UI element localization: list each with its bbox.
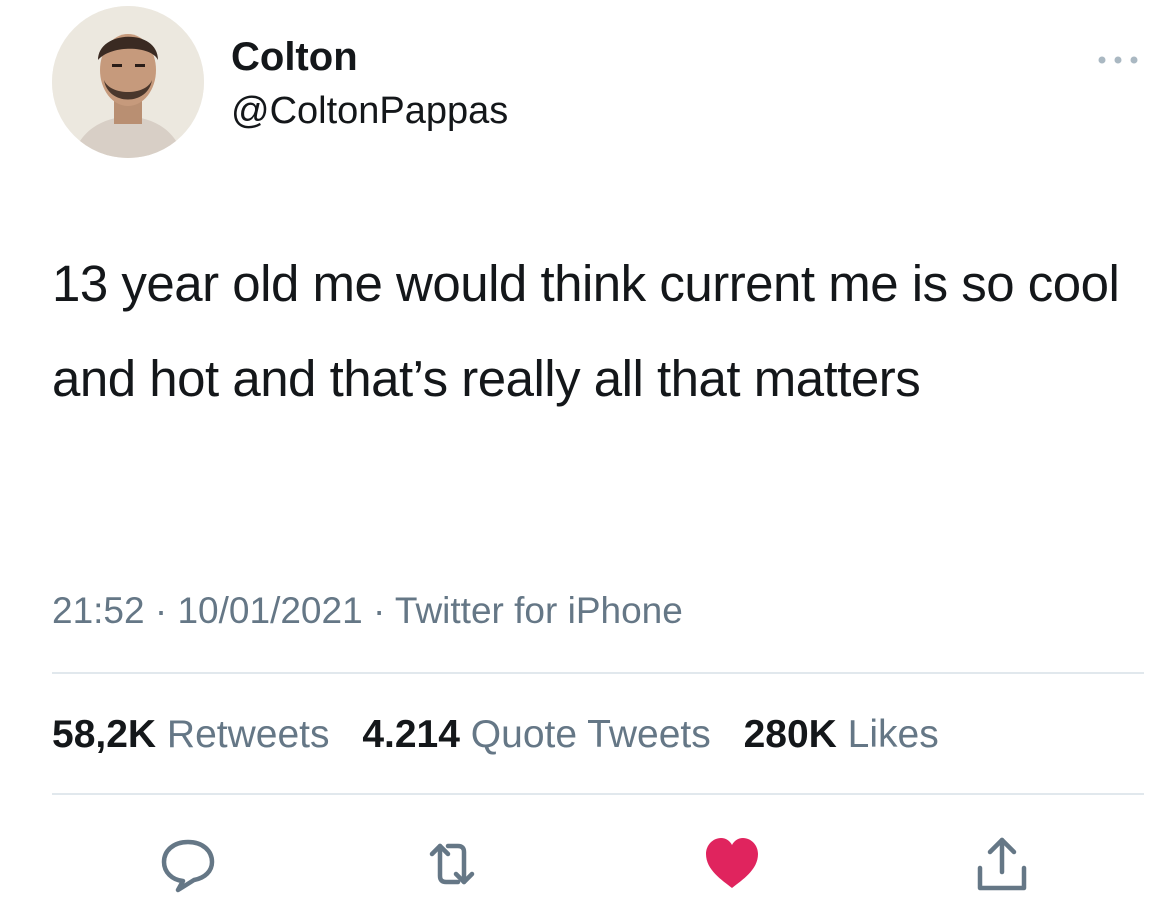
quotes-label: Quote Tweets [470, 713, 711, 756]
display-name[interactable]: Colton [231, 30, 358, 84]
likes-stat[interactable]: 280K Likes [744, 708, 939, 762]
retweets-label: Retweets [166, 713, 330, 756]
tweet-source[interactable]: Twitter for iPhone [395, 590, 683, 631]
more-options-icon[interactable] [1094, 48, 1142, 72]
quotes-stat[interactable]: 4.214 Quote Tweets [362, 708, 710, 762]
meta-separator: · [154, 590, 168, 631]
share-icon[interactable] [970, 832, 1034, 896]
tweet-text: 13 year old me would think current me is… [52, 255, 1120, 407]
tweet-time[interactable]: 21:52 [52, 590, 145, 631]
quotes-count: 4.214 [362, 713, 460, 756]
tweet-stats: 58,2K Retweets 4.214 Quote Tweets 280K L… [52, 708, 961, 762]
likes-count: 280K [743, 713, 837, 756]
reply-icon[interactable] [156, 832, 220, 896]
divider [52, 672, 1144, 674]
divider [52, 793, 1144, 795]
retweet-icon[interactable] [420, 832, 484, 896]
user-handle[interactable]: @ColtonPappas [231, 86, 508, 136]
tweet-meta: 21:52 · 10/01/2021 · Twitter for iPhone [52, 586, 683, 636]
profile-photo-image [52, 6, 204, 158]
heart-icon[interactable] [700, 832, 764, 896]
retweets-stat[interactable]: 58,2K Retweets [52, 708, 330, 762]
avatar[interactable] [52, 6, 204, 158]
retweets-count: 58,2K [52, 713, 157, 756]
likes-label: Likes [847, 713, 939, 756]
meta-separator: · [372, 590, 386, 631]
tweet-date[interactable]: 10/01/2021 [177, 590, 362, 631]
